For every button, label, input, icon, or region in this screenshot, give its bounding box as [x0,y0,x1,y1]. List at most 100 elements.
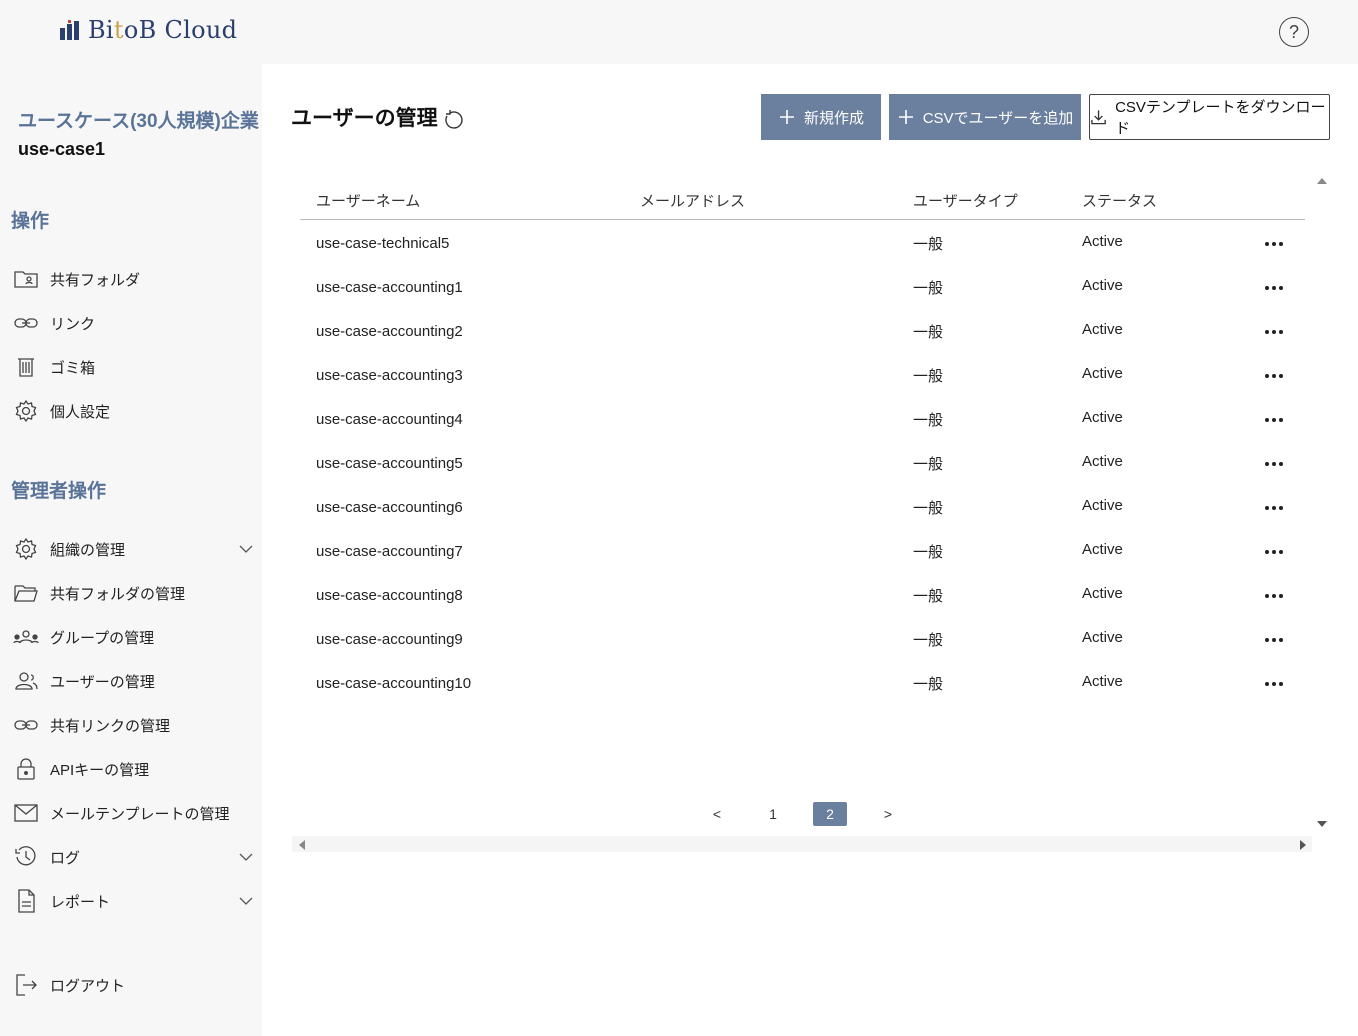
download-icon [1091,110,1106,125]
table-row[interactable]: use-case-accounting1 一般 Active [300,266,1305,310]
header-user-type[interactable]: ユーザータイプ [913,190,1018,211]
cell-user-type: 一般 [913,676,944,693]
cell-status: Active [1082,541,1123,558]
cell-username: use-case-accounting3 [316,367,463,384]
chevron-down-icon[interactable] [238,893,254,909]
table-row[interactable]: use-case-accounting8 一般 Active [300,574,1305,618]
pagination-page-1[interactable]: 1 [761,802,785,826]
mail-icon [12,800,40,826]
logo[interactable]: BitoB Cloud [58,16,237,44]
csv-add-users-button[interactable]: CSVでユーザーを追加 [889,94,1081,140]
scroll-down-arrow[interactable] [1317,821,1327,827]
cell-username: use-case-accounting5 [316,455,463,472]
horizontal-scrollbar[interactable] [292,836,1312,852]
plus-icon [898,110,913,124]
sidebar-item-shared-link-management[interactable]: 共有リンクの管理 [12,710,258,740]
cell-username: use-case-accounting9 [316,631,463,648]
sidebar-item-trash[interactable]: ゴミ箱 [12,352,258,382]
folder-open-icon [12,580,40,606]
chevron-down-icon[interactable] [238,849,254,865]
cell-user-type: 一般 [913,368,944,385]
more-options-icon[interactable] [1260,452,1288,476]
section-title-admin: 管理者操作 [11,481,107,502]
header-email[interactable]: メールアドレス [640,190,745,211]
page-title: ユーザーの管理 [291,102,464,132]
chevron-down-icon[interactable] [238,541,254,557]
cell-status: Active [1082,321,1123,338]
pagination-next[interactable]: > [876,802,900,826]
cell-user-type: 一般 [913,236,944,253]
sidebar-item-link[interactable]: リンク [12,308,258,338]
table-row[interactable]: use-case-accounting4 一般 Active [300,398,1305,442]
group-icon [12,624,40,650]
logout-icon [12,972,40,998]
user-icon [12,668,40,694]
section-title-ops: 操作 [11,211,50,232]
sidebar-item-report[interactable]: レポート [12,886,258,916]
more-options-icon[interactable] [1260,232,1288,256]
link-icon [12,310,40,336]
top-bar: BitoB Cloud ? [0,0,1358,64]
pagination-prev[interactable]: < [705,802,729,826]
org-name: ユースケース(30人規模)企業 [18,111,259,132]
table-row[interactable]: use-case-accounting9 一般 Active [300,618,1305,662]
header-username[interactable]: ユーザーネーム [316,190,420,211]
lock-icon [12,756,40,782]
main-content: ユーザーの管理 新規作成 CSVでユーザーを追加 CSVテンプレートをダウンロー… [262,64,1358,1036]
table-row[interactable]: use-case-accounting7 一般 Active [300,530,1305,574]
gear-icon [12,536,40,562]
cell-status: Active [1082,629,1123,646]
logout-button[interactable]: ログアウト [12,970,258,1000]
sidebar-item-group-management[interactable]: グループの管理 [12,622,258,652]
new-user-button[interactable]: 新規作成 [761,94,881,140]
cell-user-type: 一般 [913,280,944,297]
refresh-icon[interactable] [442,109,464,131]
more-options-icon[interactable] [1260,496,1288,520]
cell-status: Active [1082,497,1123,514]
cell-username: use-case-accounting8 [316,587,463,604]
cell-username: use-case-accounting2 [316,323,463,340]
csv-template-download-button[interactable]: CSVテンプレートをダウンロード [1089,94,1330,140]
more-options-icon[interactable] [1260,672,1288,696]
more-options-icon[interactable] [1260,276,1288,300]
table-row[interactable]: use-case-accounting6 一般 Active [300,486,1305,530]
more-options-icon[interactable] [1260,364,1288,388]
cell-status: Active [1082,365,1123,382]
table-row[interactable]: use-case-accounting3 一般 Active [300,354,1305,398]
more-options-icon[interactable] [1260,628,1288,652]
cell-user-type: 一般 [913,324,944,341]
cell-username: use-case-accounting10 [316,675,472,692]
cell-status: Active [1082,585,1123,602]
header-status[interactable]: ステータス [1082,190,1157,211]
scroll-left-arrow[interactable] [299,840,305,850]
cell-username: use-case-accounting6 [316,499,463,516]
sidebar-item-api-key-management[interactable]: APIキーの管理 [12,754,258,784]
scroll-up-arrow[interactable] [1317,178,1327,184]
sidebar-item-user-management[interactable]: ユーザーの管理 [12,666,258,696]
more-options-icon[interactable] [1260,320,1288,344]
pagination-page-2[interactable]: 2 [813,802,847,826]
sidebar-item-personal-settings[interactable]: 個人設定 [12,396,258,426]
cell-user-type: 一般 [913,456,944,473]
sidebar-item-mail-template-management[interactable]: メールテンプレートの管理 [12,798,258,828]
cell-status: Active [1082,453,1123,470]
help-icon[interactable]: ? [1279,17,1309,47]
org-id: use-case1 [18,139,106,159]
document-icon [12,888,40,914]
sidebar-item-org-management[interactable]: 組織の管理 [12,534,258,564]
cell-username: use-case-accounting4 [316,411,463,428]
more-options-icon[interactable] [1260,584,1288,608]
table-row[interactable]: use-case-accounting5 一般 Active [300,442,1305,486]
more-options-icon[interactable] [1260,540,1288,564]
table-row[interactable]: use-case-accounting10 一般 Active [300,662,1305,706]
gear-icon [12,398,40,424]
cell-user-type: 一般 [913,412,944,429]
sidebar-item-log[interactable]: ログ [12,842,258,872]
users-table: ユーザーネーム メールアドレス ユーザータイプ ステータス use-case-t… [300,172,1305,852]
sidebar-item-shared-folder-management[interactable]: 共有フォルダの管理 [12,578,258,608]
scroll-right-arrow[interactable] [1300,840,1306,850]
more-options-icon[interactable] [1260,408,1288,432]
table-row[interactable]: use-case-technical5 一般 Active [300,222,1305,266]
sidebar-item-shared-folder[interactable]: 共有フォルダ [12,264,258,294]
table-row[interactable]: use-case-accounting2 一般 Active [300,310,1305,354]
